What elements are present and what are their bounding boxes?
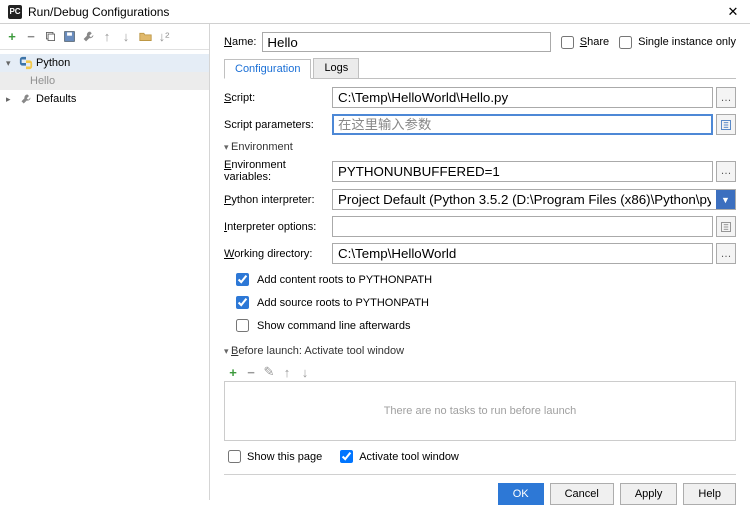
cancel-button[interactable]: Cancel: [550, 483, 614, 505]
env-vars-input[interactable]: [332, 161, 713, 182]
help-button[interactable]: Help: [683, 483, 736, 505]
interpreter-opts-input[interactable]: [332, 216, 713, 237]
env-vars-button[interactable]: …: [716, 161, 736, 182]
move-down-icon[interactable]: ↓: [119, 30, 133, 44]
tree-node-python[interactable]: Python: [0, 54, 209, 72]
add-icon[interactable]: +: [5, 30, 19, 44]
tab-configuration[interactable]: Configuration: [224, 59, 311, 79]
interpreter-opts-label: Interpreter options:: [224, 221, 332, 233]
working-dir-input[interactable]: [332, 243, 713, 264]
window-title: Run/Debug Configurations: [28, 5, 724, 19]
tree-toolbar: + − ↑ ↓ ↓²: [0, 24, 209, 50]
tree-node-defaults[interactable]: Defaults: [0, 90, 209, 108]
environment-section[interactable]: Environment: [224, 141, 736, 153]
add-content-roots-checkbox[interactable]: Add content roots to PYTHONPATH: [232, 270, 736, 289]
tree-label: Hello: [30, 75, 55, 87]
name-input[interactable]: [262, 32, 550, 52]
tree-node-hello[interactable]: Hello: [0, 72, 209, 90]
working-dir-label: Working directory:: [224, 248, 332, 260]
script-input[interactable]: [332, 87, 713, 108]
show-page-checkbox[interactable]: Show this page: [224, 447, 322, 466]
script-params-input[interactable]: [332, 114, 713, 135]
app-icon: PC: [8, 5, 22, 19]
main-panel: Name: Share Single instance only Configu…: [210, 24, 750, 500]
share-checkbox[interactable]: Share: [557, 33, 609, 52]
wrench-icon[interactable]: [81, 30, 95, 44]
config-tree: Python Hello Defaults: [0, 50, 209, 500]
sidebar: + − ↑ ↓ ↓² Python Hello Defaults: [0, 24, 210, 500]
browse-script-button[interactable]: …: [716, 87, 736, 108]
add-source-roots-checkbox[interactable]: Add source roots to PYTHONPATH: [232, 293, 736, 312]
interpreter-label: Python interpreter:: [224, 194, 332, 206]
move-up-icon[interactable]: ↑: [100, 30, 114, 44]
title-bar: PC Run/Debug Configurations ✕: [0, 0, 750, 24]
expand-params-button[interactable]: [716, 114, 736, 135]
tree-label: Defaults: [36, 93, 76, 105]
script-params-label: Script parameters:: [224, 119, 332, 131]
copy-icon[interactable]: [43, 30, 57, 44]
interpreter-dropdown-icon[interactable]: ▼: [716, 189, 736, 210]
caret-icon[interactable]: [6, 94, 16, 105]
add-task-icon[interactable]: +: [226, 365, 240, 379]
tasks-list: There are no tasks to run before launch: [224, 381, 736, 441]
name-label: Name:: [224, 36, 256, 48]
close-icon[interactable]: ✕: [724, 4, 742, 20]
script-label: Script:: [224, 92, 332, 104]
move-task-up-icon[interactable]: ↑: [280, 365, 294, 379]
expand-opts-button[interactable]: [716, 216, 736, 237]
python-icon: [19, 56, 33, 70]
ok-button[interactable]: OK: [498, 483, 544, 505]
show-cmd-checkbox[interactable]: Show command line afterwards: [232, 316, 736, 335]
remove-icon[interactable]: −: [24, 30, 38, 44]
env-vars-label: Environment variables:: [224, 159, 332, 183]
tab-logs[interactable]: Logs: [313, 58, 359, 78]
edit-task-icon[interactable]: ✎: [262, 365, 276, 379]
no-tasks-label: There are no tasks to run before launch: [384, 405, 577, 417]
before-launch-section[interactable]: Before launch: Activate tool window: [224, 345, 736, 357]
remove-task-icon[interactable]: −: [244, 365, 258, 379]
activate-tool-window-checkbox[interactable]: Activate tool window: [336, 447, 459, 466]
interpreter-select[interactable]: [332, 189, 716, 210]
dialog-buttons: OK Cancel Apply Help: [224, 474, 736, 505]
wrench-icon: [19, 92, 33, 106]
sort-icon[interactable]: ↓²: [157, 30, 171, 44]
save-icon[interactable]: [62, 30, 76, 44]
caret-icon[interactable]: [6, 58, 16, 69]
browse-wd-button[interactable]: …: [716, 243, 736, 264]
tabs: Configuration Logs: [224, 58, 736, 79]
move-task-down-icon[interactable]: ↓: [298, 365, 312, 379]
single-instance-checkbox[interactable]: Single instance only: [615, 33, 736, 52]
tree-label: Python: [36, 57, 70, 69]
folder-icon[interactable]: [138, 30, 152, 44]
apply-button[interactable]: Apply: [620, 483, 678, 505]
